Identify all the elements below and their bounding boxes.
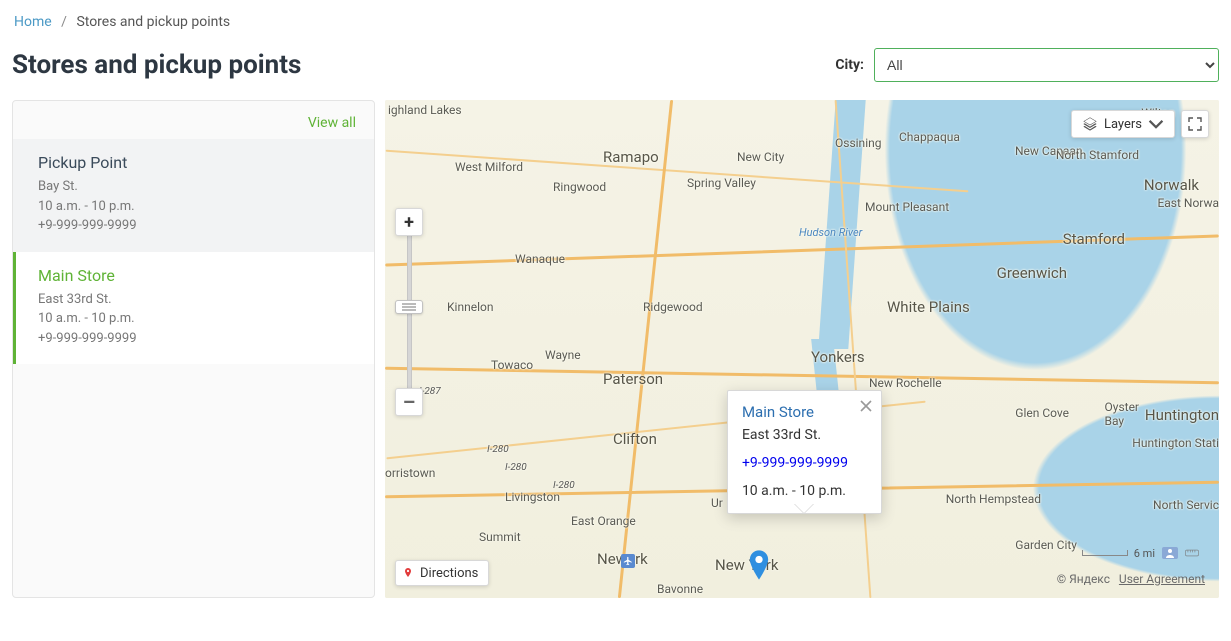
scale-label: 6 mi — [1134, 547, 1155, 560]
store-phone: +9-999-999-9999 — [38, 216, 352, 236]
city-filter-label: City: — [835, 57, 864, 73]
layers-label: Layers — [1104, 117, 1142, 132]
balloon-address: East 33rd St. — [742, 427, 867, 443]
map-city-label: Wanaque — [515, 252, 565, 266]
store-hours: 10 a.m. - 10 p.m. — [38, 197, 352, 217]
map-city-label: Paterson — [603, 370, 663, 388]
map-city-label: ighland Lakes — [388, 103, 462, 117]
pin-icon — [402, 567, 414, 579]
fullscreen-button[interactable] — [1181, 110, 1209, 138]
map-city-label: Ossining — [835, 136, 881, 150]
map-city-label: Chappaqua — [899, 130, 960, 144]
balloon-hours: 10 a.m. - 10 p.m. — [742, 483, 867, 499]
map-highway-label: I-280 — [505, 462, 527, 473]
page-title: Stores and pickup points — [12, 50, 301, 80]
map-city-label: Norwalk — [1144, 176, 1199, 194]
map-city-label: Spring Valley — [687, 176, 756, 190]
store-address: East 33rd St. — [38, 290, 352, 310]
map-water-label: Hudson River — [799, 226, 862, 239]
map-city-label: New City — [737, 150, 784, 164]
map-city-label: Garden City — [1015, 538, 1077, 552]
directions-button[interactable]: Directions — [395, 560, 489, 586]
map-city-label: Towaco — [491, 358, 533, 372]
map-city-label: White Plains — [887, 298, 970, 316]
store-hours: 10 a.m. - 10 p.m. — [38, 309, 352, 329]
layers-button[interactable]: Layers — [1071, 110, 1175, 138]
map-city-label: Ramapo — [603, 148, 659, 166]
map-city-label: North Hempstead — [946, 492, 1041, 506]
zoom-in-button[interactable]: + — [395, 208, 423, 236]
map-city-label: East Orange — [571, 514, 636, 528]
zoom-out-button[interactable]: – — [395, 388, 423, 416]
map-city-label: Kinnelon — [447, 300, 493, 314]
store-address: Bay St. — [38, 177, 352, 197]
chevron-down-icon — [1148, 116, 1164, 132]
view-all-link[interactable]: View all — [308, 115, 356, 131]
store-marker[interactable] — [748, 550, 770, 580]
store-phone: +9-999-999-9999 — [38, 329, 352, 349]
breadcrumb-separator: / — [55, 14, 73, 30]
attribution-brand: © Яндекс — [1057, 572, 1110, 586]
map-balloon: Main Store East 33rd St. +9-999-999-9999… — [727, 390, 882, 514]
zoom-slider-handle[interactable] — [395, 300, 423, 314]
ruler-icon — [1185, 546, 1199, 560]
map-city-label: Oyster Bay — [1105, 400, 1139, 428]
layers-icon — [1082, 116, 1098, 132]
map-city-label: West Milford — [455, 160, 523, 174]
balloon-title[interactable]: Main Store — [742, 403, 867, 421]
airport-icon — [621, 554, 635, 568]
map-city-label: Glen Cove — [1015, 406, 1069, 420]
map-city-label: Summit — [479, 530, 521, 544]
map-attribution: © Яндекс User Agreement — [1057, 572, 1205, 586]
map-city-label: Wayne — [545, 348, 581, 362]
store-card[interactable]: Pickup Point Bay St. 10 a.m. - 10 p.m. +… — [13, 139, 374, 252]
map-city-label: Greenwich — [997, 264, 1067, 282]
map-city-label: orristown — [385, 466, 435, 480]
map-city-label: North Servic — [1153, 498, 1219, 512]
fullscreen-icon — [1188, 117, 1202, 131]
store-name: Main Store — [38, 264, 352, 288]
user-agreement-link[interactable]: User Agreement — [1119, 572, 1205, 586]
map-city-label: Mount Pleasant — [865, 200, 949, 214]
map-city-label: North Stamford — [1056, 148, 1139, 162]
map[interactable]: ighland Lakes West Milford Ramapo Ringwo… — [385, 100, 1219, 598]
map-city-label: Clifton — [613, 430, 657, 448]
store-name: Pickup Point — [38, 151, 352, 175]
map-city-label: Stamford — [1063, 230, 1125, 248]
close-icon[interactable] — [859, 399, 873, 413]
map-scale: 6 mi — [1082, 546, 1199, 560]
person-icon — [1161, 546, 1179, 560]
stores-sidebar: View all Pickup Point Bay St. 10 a.m. - … — [12, 100, 375, 598]
breadcrumb-current: Stores and pickup points — [76, 14, 230, 30]
city-select[interactable]: All — [874, 48, 1219, 82]
map-city-label: Huntington — [1145, 406, 1219, 424]
map-city-label: Ringwood — [553, 180, 606, 194]
breadcrumb: Home / Stores and pickup points — [12, 12, 1219, 40]
map-city-label: Yonkers — [811, 348, 865, 366]
map-city-label: Huntington Stati — [1132, 436, 1219, 450]
map-city-label: Ridgewood — [643, 300, 703, 314]
map-highway-label: I-280 — [553, 480, 575, 491]
breadcrumb-home[interactable]: Home — [14, 14, 52, 30]
map-city-label: Livingston — [505, 490, 560, 504]
map-city-label: Bavonne — [657, 582, 703, 596]
map-city-label: Ur — [711, 496, 723, 510]
store-card[interactable]: Main Store East 33rd St. 10 a.m. - 10 p.… — [13, 252, 374, 365]
map-city-label: New Rochelle — [869, 376, 942, 390]
balloon-phone[interactable]: +9-999-999-9999 — [742, 455, 848, 471]
map-city-label: East Norwa — [1157, 196, 1219, 210]
directions-label: Directions — [420, 566, 478, 581]
map-highway-label: I-280 — [487, 444, 509, 455]
